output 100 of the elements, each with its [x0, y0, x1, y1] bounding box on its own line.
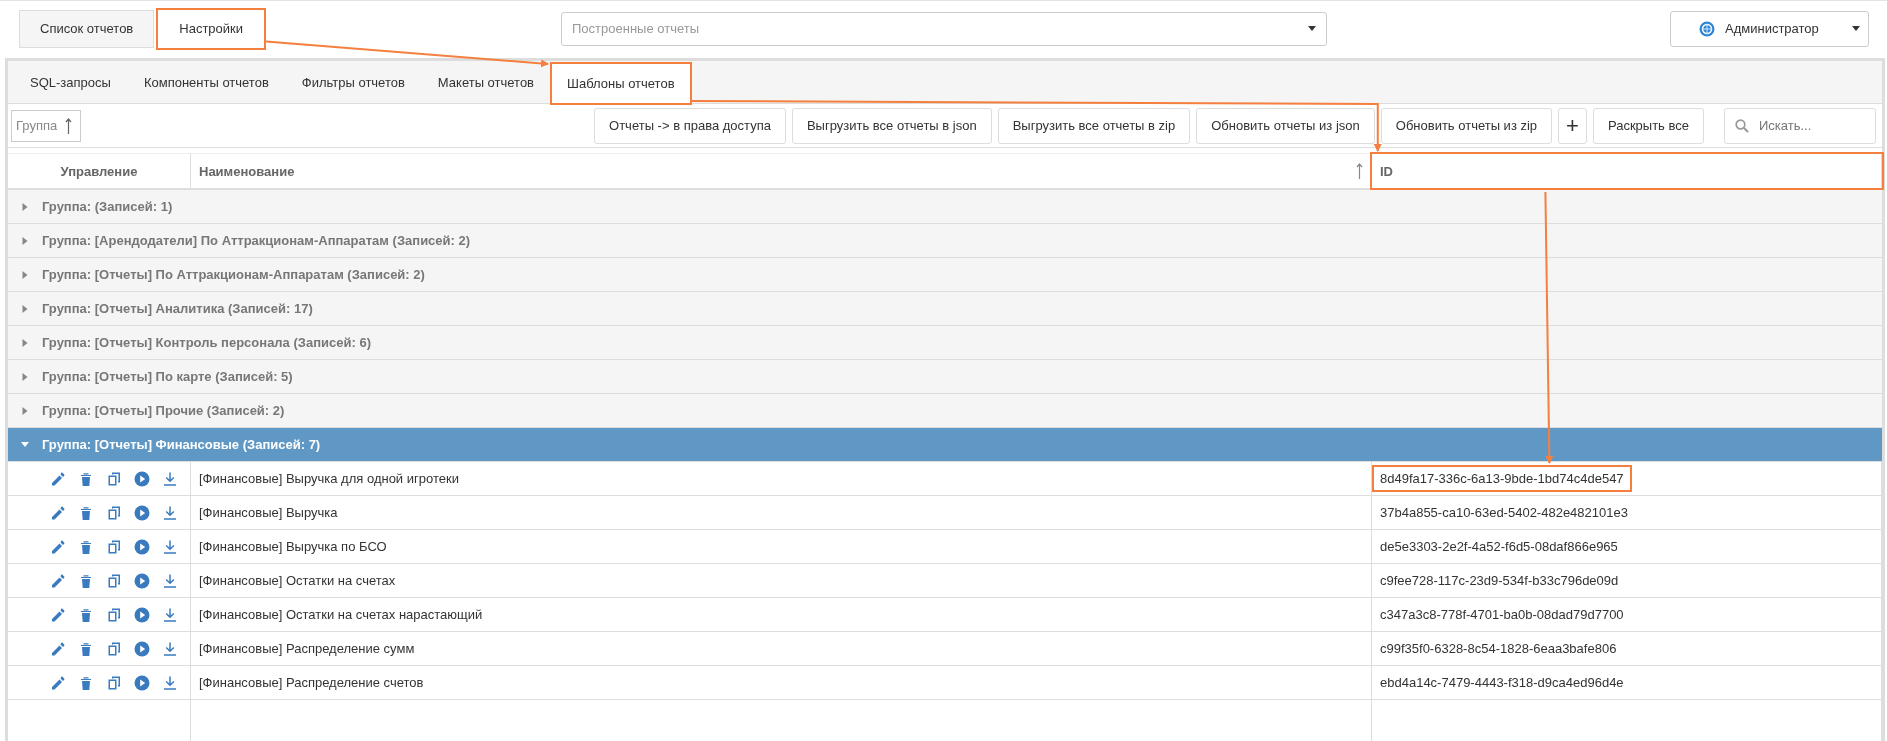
copy-icon: [106, 640, 122, 657]
caret-down-icon: [1852, 26, 1860, 31]
column-header[interactable]: ID: [1372, 154, 1882, 188]
download-button[interactable]: [162, 640, 178, 657]
play-circle-icon: [134, 470, 150, 487]
copy-button[interactable]: [106, 470, 122, 487]
column-header[interactable]: Управление: [8, 154, 191, 188]
pencil-button[interactable]: [50, 640, 66, 657]
download-icon: [162, 538, 178, 555]
search-field[interactable]: Искать...: [1724, 107, 1876, 144]
caret-right-icon: [21, 304, 29, 313]
pencil-button[interactable]: [50, 504, 66, 521]
trash-icon: [78, 606, 94, 623]
caret-right-icon: [21, 202, 29, 211]
play-circle-icon: [134, 640, 150, 657]
pencil-icon: [50, 640, 66, 657]
download-button[interactable]: [162, 572, 178, 589]
pencil-button[interactable]: [50, 606, 66, 623]
trash-button[interactable]: [78, 674, 94, 691]
group-row[interactable]: Группа: [Отчеты] Прочие (Записей: 2): [8, 394, 1882, 428]
trash-button[interactable]: [78, 606, 94, 623]
copy-button[interactable]: [106, 504, 122, 521]
copy-icon: [106, 538, 122, 555]
trash-icon: [78, 674, 94, 691]
settings-tab[interactable]: Макеты отчетов: [422, 61, 550, 103]
add-button[interactable]: +: [1558, 107, 1587, 144]
column-header[interactable]: Наименование: [191, 154, 1372, 188]
nav-tab[interactable]: Список отчетов: [19, 9, 155, 48]
play-circle-button[interactable]: [134, 504, 150, 521]
download-button[interactable]: [162, 538, 178, 555]
trash-button[interactable]: [78, 470, 94, 487]
table-cell-text: 37b4a855-ca10-63ed-5402-482e482101e3: [1379, 504, 1629, 522]
settings-tab[interactable]: Компоненты отчетов: [128, 61, 284, 103]
table-cell-text: c9fee728-117c-23d9-534f-b33c796de09d: [1379, 572, 1620, 590]
group-row[interactable]: Группа: [Отчеты] Аналитика (Записей: 17): [8, 292, 1882, 326]
group-row[interactable]: Группа: (Записей: 1): [8, 190, 1882, 224]
play-circle-icon: [134, 538, 150, 555]
copy-icon: [106, 470, 122, 487]
group-row[interactable]: Группа: [Арендодатели] По Аттракционам-Аппаратам (Записей: 2): [8, 224, 1882, 258]
toolbar-button[interactable]: Раскрыть все: [1592, 107, 1704, 144]
group-row[interactable]: Группа: [Отчеты] По карте (Записей: 5): [8, 360, 1882, 394]
nav-tab[interactable]: Настройки: [158, 9, 265, 48]
table-cell: [Финансовые] Остатки на счетах: [191, 564, 1372, 597]
play-circle-button[interactable]: [134, 470, 150, 487]
play-circle-button[interactable]: [134, 640, 150, 657]
user-dropdown[interactable]: Администратор: [1670, 10, 1869, 47]
toolbar-button[interactable]: Выгрузить все отчеты в json: [791, 107, 992, 144]
pencil-icon: [50, 572, 66, 589]
download-button[interactable]: [162, 674, 178, 691]
caret-right-icon: [21, 236, 29, 245]
pencil-button[interactable]: [50, 674, 66, 691]
download-button[interactable]: [162, 470, 178, 487]
toolbar-button[interactable]: Обновить отчеты из zip: [1380, 107, 1553, 144]
trash-button[interactable]: [78, 538, 94, 555]
copy-button[interactable]: [106, 538, 122, 555]
trash-icon: [78, 538, 94, 555]
pencil-icon: [50, 470, 66, 487]
group-row[interactable]: Группа: [Отчеты] Контроль персонала (Записей: 6): [8, 326, 1882, 360]
copy-button[interactable]: [106, 606, 122, 623]
table-cell-text: c347a3c8-778f-4701-ba0b-08dad79d7700: [1379, 606, 1625, 624]
trash-button[interactable]: [78, 504, 94, 521]
play-circle-button[interactable]: [134, 538, 150, 555]
pencil-button[interactable]: [50, 538, 66, 555]
play-circle-button[interactable]: [134, 674, 150, 691]
table-cell: [Финансовые] Распределение сумм: [191, 632, 1372, 665]
trash-button[interactable]: [78, 572, 94, 589]
caret-right-icon: [21, 406, 29, 415]
download-icon: [162, 504, 178, 521]
copy-button[interactable]: [106, 674, 122, 691]
download-icon: [162, 470, 178, 487]
copy-button[interactable]: [106, 572, 122, 589]
caret-right-icon: [21, 270, 29, 279]
settings-tab[interactable]: Шаблоны отчетов: [552, 64, 690, 103]
toolbar-button[interactable]: Выгрузить все отчеты в zip: [997, 107, 1191, 144]
download-button[interactable]: [162, 606, 178, 623]
caret-down-icon: [21, 442, 29, 447]
download-icon: [162, 640, 178, 657]
play-circle-icon: [134, 572, 150, 589]
play-circle-button[interactable]: [134, 606, 150, 623]
group-by-chip[interactable]: Группа: [11, 109, 82, 142]
play-circle-icon: [134, 606, 150, 623]
pencil-button[interactable]: [50, 470, 66, 487]
copy-button[interactable]: [106, 640, 122, 657]
download-icon: [162, 572, 178, 589]
pencil-button[interactable]: [50, 572, 66, 589]
download-icon: [162, 674, 178, 691]
settings-tab[interactable]: SQL-запросы: [15, 61, 126, 103]
toolbar-button[interactable]: Отчеты -> в права доступа: [594, 107, 786, 144]
group-row[interactable]: Группа: [Отчеты] По Аттракционам-Аппаратам (Записей: 2): [8, 258, 1882, 292]
trash-icon: [78, 470, 94, 487]
toolbar-button[interactable]: Обновить отчеты из json: [1196, 107, 1375, 144]
settings-tab[interactable]: Фильтры отчетов: [286, 61, 420, 103]
play-circle-button[interactable]: [134, 572, 150, 589]
copy-icon: [106, 572, 122, 589]
trash-icon: [78, 504, 94, 521]
download-button[interactable]: [162, 504, 178, 521]
pencil-icon: [50, 606, 66, 623]
table-cell: [Финансовые] Остатки на счетах нарастающий: [191, 598, 1372, 631]
trash-icon: [78, 572, 94, 589]
trash-button[interactable]: [78, 640, 94, 657]
